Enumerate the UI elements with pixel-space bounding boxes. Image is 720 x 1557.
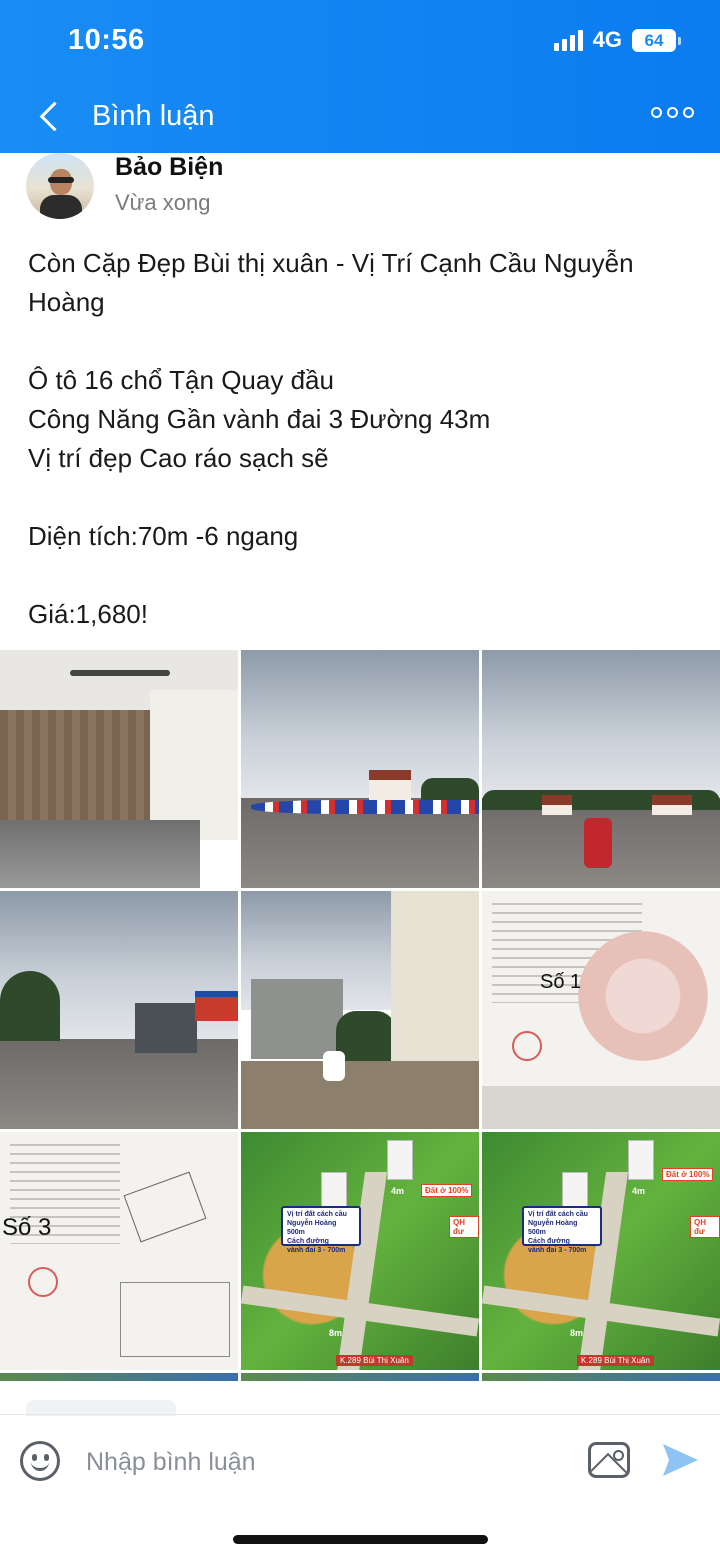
back-button[interactable] (30, 98, 70, 138)
send-icon[interactable] (660, 1440, 700, 1480)
post-content: Còn Cặp Đẹp Bùi thị xuân - Vị Trí Cạnh C… (28, 244, 708, 634)
post-text-line: Còn Cặp Đẹp Bùi thị xuân - Vị Trí Cạnh C… (28, 248, 634, 278)
post-image-roundabout[interactable] (241, 650, 479, 888)
post-image-bedroom[interactable] (0, 650, 238, 888)
page-title: Bình luận (92, 100, 215, 132)
status-time: 10:56 (68, 24, 145, 56)
post-image-document-1[interactable]: Số 1 (482, 891, 720, 1129)
post-image-document-3[interactable]: Số 3 (0, 1132, 238, 1370)
post-text-line (28, 556, 708, 595)
signal-icon (553, 29, 583, 51)
post-text-line (28, 322, 708, 361)
post-image-aerial-map-2[interactable]: Vị trí đất cách cầu Nguyễn Hoàng 500m Cá… (482, 1132, 720, 1370)
post-text-line: Hoàng (28, 287, 105, 317)
post-text-line: Vị trí đẹp Cao ráo sạch sẽ (28, 443, 329, 473)
image-icon[interactable] (588, 1442, 630, 1478)
post-timestamp: Vừa xong (115, 190, 211, 215)
post-text-line: Giá:1,680! (28, 599, 148, 629)
post-image-alley[interactable] (241, 891, 479, 1129)
divider (0, 1414, 720, 1415)
post-image-grid: Số 1 Số 3 Vị trí đất cách cầu Nguyễn Hoà… (0, 650, 720, 1390)
status-indicators: 4G 64 (553, 27, 681, 53)
comment-input[interactable] (86, 1444, 566, 1480)
post-text-line: Ô tô 16 chổ Tận Quay đầu (28, 365, 334, 395)
post-image-aerial-map[interactable]: Vị trí đất cách cầu Nguyễn Hoàng 500m Cá… (241, 1132, 479, 1370)
aerial-info-box: Vị trí đất cách cầu Nguyễn Hoàng 500m Cá… (522, 1206, 602, 1254)
network-type: 4G (592, 27, 622, 52)
aerial-info-box: Vị trí đất cách cầu Nguyễn Hoàng 500m Cá… (281, 1206, 361, 1254)
avatar[interactable] (26, 153, 94, 219)
post-text-line (28, 478, 708, 517)
more-options-icon[interactable] (651, 107, 694, 118)
more-images-strip[interactable] (0, 1373, 720, 1381)
document-label: Số 3 (2, 1214, 52, 1241)
post-image-truck-road[interactable] (0, 891, 238, 1129)
battery-icon: 64 (632, 28, 681, 52)
app-header: 10:56 4G 64 Bình luận (0, 0, 720, 153)
document-label: Số 1 (540, 971, 582, 993)
post-image-street[interactable] (482, 650, 720, 888)
home-indicator (233, 1535, 488, 1544)
emoji-icon[interactable] (20, 1441, 60, 1481)
author-name[interactable]: Bảo Biện (115, 153, 223, 182)
post-text-line: Công Năng Gần vành đai 3 Đường 43m (28, 404, 491, 434)
post-text-line: Diện tích:70m -6 ngang (28, 521, 299, 551)
